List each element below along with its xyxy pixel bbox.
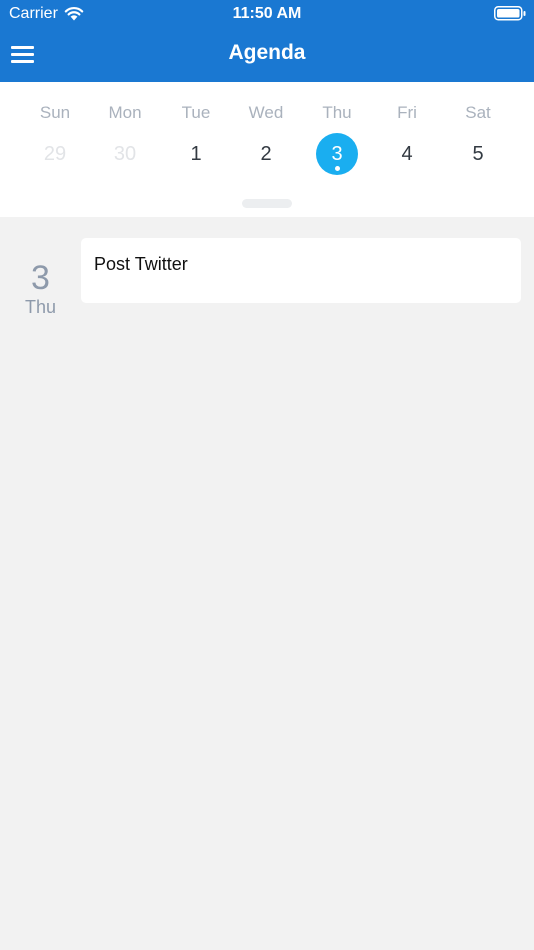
day-column-sat: Sat 5 [443, 82, 513, 192]
day-column-tue: Tue 1 [161, 82, 231, 192]
hamburger-menu-icon[interactable] [8, 40, 38, 70]
nav-bar: Agenda [0, 28, 534, 82]
week-strip: Sun 29 Mon 30 Tue 1 Wed 2 Thu 3 Fri 4 Sa… [0, 82, 534, 217]
date-cell-4[interactable]: 4 [386, 133, 428, 175]
weekday-label: Wed [248, 103, 284, 122]
day-column-sun: Sun 29 [20, 82, 90, 192]
weekday-label: Sat [465, 103, 491, 122]
date-cell-30[interactable]: 30 [104, 133, 146, 175]
status-bar: Carrier 11:50 AM [0, 0, 534, 28]
event-dot-indicator [334, 166, 340, 171]
agenda-day-name: Thu [24, 297, 57, 317]
date-cell-3-selected[interactable]: 3 [316, 133, 358, 175]
weekday-label: Fri [397, 103, 417, 122]
day-column-thu: Thu 3 [302, 82, 372, 192]
weekday-label: Mon [108, 103, 142, 122]
date-cell-2[interactable]: 2 [245, 133, 287, 175]
page-title: Agenda [228, 41, 306, 64]
date-cell-1[interactable]: 1 [175, 133, 217, 175]
weekday-label: Sun [39, 103, 71, 122]
day-column-fri: Fri 4 [372, 82, 442, 192]
date-number: 3 [331, 143, 343, 165]
weekday-label: Tue [181, 103, 211, 122]
date-cell-29[interactable]: 29 [34, 133, 76, 175]
header-bar: Carrier 11:50 AM Agenda [0, 0, 534, 82]
calendar-expand-handle[interactable] [242, 199, 292, 208]
date-cell-5[interactable]: 5 [457, 133, 499, 175]
event-card[interactable]: Post Twitter [81, 238, 521, 303]
day-column-wed: Wed 2 [231, 82, 301, 192]
day-column-mon: Mon 30 [90, 82, 160, 192]
app-root: Carrier 11:50 AM Agenda Sun 29 Mon 30 Tu… [0, 0, 534, 950]
clock: 11:50 AM [232, 5, 302, 22]
battery-icon [494, 6, 526, 21]
agenda-day-number: 3 [31, 259, 50, 297]
weekday-label: Thu [322, 103, 352, 122]
event-title: Post Twitter [94, 254, 188, 274]
